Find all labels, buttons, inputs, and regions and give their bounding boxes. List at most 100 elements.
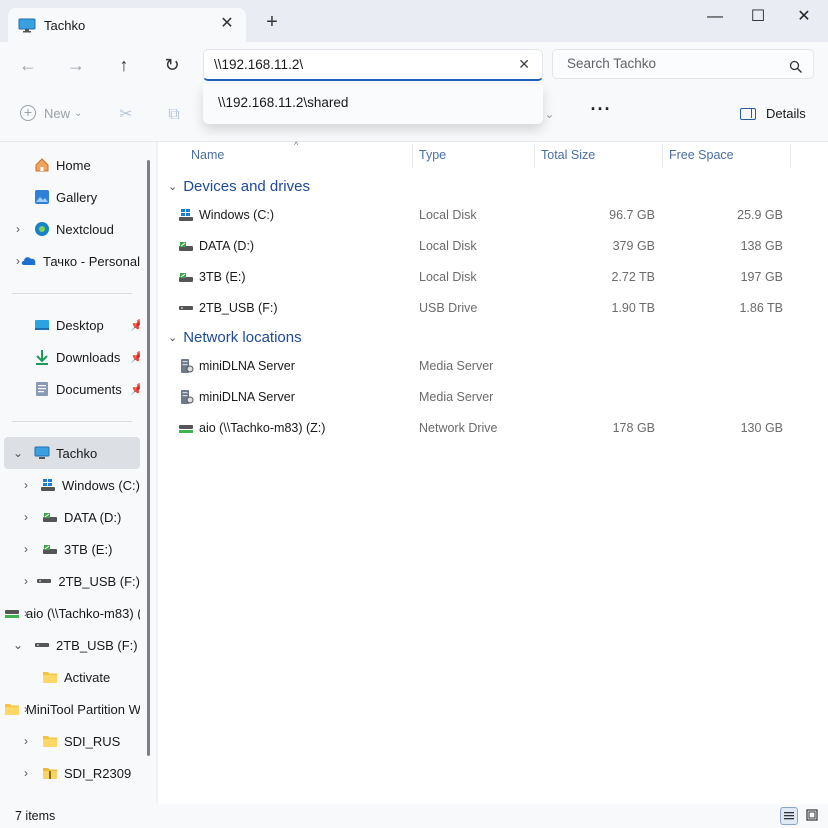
chevron-right-icon[interactable]: › — [20, 703, 32, 715]
title-bar: Tachko ✕ + — ☐ ✕ — [0, 0, 828, 42]
windows-drive-icon — [178, 207, 194, 223]
tab-title: Tachko — [44, 17, 86, 33]
chevron-right-icon[interactable]: › — [12, 255, 24, 267]
sidebar-item-aio-z[interactable]: › aio (\\Tachko-m83) (Z:) — [4, 597, 140, 629]
sidebar-item-2tb-usb-f[interactable]: › 2TB_USB (F:) — [4, 565, 140, 597]
chevron-right-icon[interactable]: › — [20, 735, 32, 747]
sidebar-item-label: Desktop — [56, 317, 104, 333]
chevron-right-icon[interactable]: › — [20, 511, 32, 523]
tab-tachko[interactable]: Tachko ✕ — [8, 8, 246, 42]
tiles-view-button[interactable] — [804, 807, 822, 825]
file-list: ^ Name Type Total Size Free Space ⌄ Devi… — [158, 140, 828, 804]
sidebar-item-gallery[interactable]: Gallery — [4, 181, 140, 213]
row-type: USB Drive — [419, 301, 478, 315]
navigation-pane: Home Gallery › Nextcloud › Тачко - Perso… — [0, 142, 156, 804]
desktop-icon — [34, 317, 50, 333]
chevron-right-icon[interactable]: › — [20, 767, 32, 779]
sidebar-item-downloads[interactable]: Downloads 📌 — [4, 341, 140, 373]
clear-address-icon[interactable]: ✕ — [518, 50, 530, 79]
column-header-type[interactable]: Type — [419, 148, 446, 168]
more-options-button[interactable]: ··· — [588, 100, 614, 124]
column-divider[interactable] — [662, 144, 663, 168]
column-header-name[interactable]: Name — [191, 148, 224, 168]
minimize-button[interactable]: — — [698, 4, 732, 30]
media-server-icon — [178, 389, 194, 405]
column-divider[interactable] — [534, 144, 535, 168]
column-header-free-space[interactable]: Free Space — [669, 148, 734, 168]
pin-icon[interactable]: 📌 — [130, 319, 140, 332]
sidebar-scrollbar[interactable] — [147, 160, 150, 756]
address-bar[interactable]: \\192.168.11.2\ ✕ — [203, 49, 543, 81]
sidebar-item-activate[interactable]: Activate — [4, 661, 140, 693]
search-input[interactable]: Search Tachko — [567, 56, 656, 71]
column-divider[interactable] — [790, 144, 791, 168]
sidebar-item-sdi-rus[interactable]: › SDI_RUS — [4, 725, 140, 757]
sidebar-item-documents[interactable]: Documents 📌 — [4, 373, 140, 405]
sidebar-item-data-d[interactable]: › DATA (D:) — [4, 501, 140, 533]
sidebar-item-label: SDI_RUS — [64, 733, 121, 749]
refresh-button[interactable]: ↻ — [159, 52, 185, 78]
sidebar-item-onedrive[interactable]: › Тачко - Personal — [4, 245, 140, 277]
close-window-button[interactable]: ✕ — [787, 4, 821, 30]
row-total-size: 1.90 TB — [611, 301, 655, 315]
new-button[interactable]: + New ⌄ — [20, 105, 82, 121]
close-tab-icon[interactable]: ✕ — [218, 15, 236, 33]
group-header-devices[interactable]: ⌄ Devices and drives — [168, 178, 310, 195]
column-divider[interactable] — [412, 144, 413, 168]
details-view-button[interactable] — [780, 807, 798, 825]
sidebar-item-label: Documents — [56, 381, 122, 397]
sidebar-item-desktop[interactable]: Desktop 📌 — [4, 309, 140, 341]
address-input[interactable]: \\192.168.11.2\ — [214, 57, 303, 72]
folder-icon — [42, 669, 58, 685]
sidebar-item-tachko[interactable]: ⌄ Tachko — [4, 437, 140, 469]
sidebar-item-2tb-usb-f-root[interactable]: ⌄ 2TB_USB (F:) — [4, 629, 140, 661]
pin-icon[interactable]: 📌 — [130, 383, 140, 396]
table-row[interactable]: miniDLNA Server Media Server — [158, 382, 798, 412]
cut-icon[interactable]: ✂ — [116, 105, 136, 125]
column-header-total-size[interactable]: Total Size — [541, 148, 595, 168]
up-button[interactable]: ↑ — [111, 52, 137, 78]
table-row[interactable]: 2TB_USB (F:) USB Drive 1.90 TB 1.86 TB — [158, 293, 798, 323]
sidebar-item-home[interactable]: Home — [4, 149, 140, 181]
chevron-right-icon[interactable]: › — [12, 223, 24, 235]
table-row[interactable]: 3TB (E:) Local Disk 2.72 TB 197 GB — [158, 262, 798, 292]
row-name: miniDLNA Server — [199, 359, 295, 373]
details-button[interactable]: Details — [740, 106, 806, 121]
chevron-right-icon[interactable]: › — [20, 607, 32, 619]
new-tab-button[interactable]: + — [262, 12, 282, 32]
row-total-size: 2.72 TB — [611, 270, 655, 284]
chevron-down-icon[interactable]: ⌄ — [12, 447, 24, 459]
forward-button[interactable]: → — [63, 52, 89, 78]
maximize-button[interactable]: ☐ — [741, 4, 775, 30]
table-row[interactable]: aio (\\Tachko-m83) (Z:) Network Drive 17… — [158, 413, 798, 443]
table-row[interactable]: Windows (C:) Local Disk 96.7 GB 25.9 GB — [158, 200, 798, 230]
sidebar-item-sdi-r2309[interactable]: › SDI_R2309 — [4, 757, 140, 789]
sidebar-item-nextcloud[interactable]: › Nextcloud — [4, 213, 140, 245]
sidebar-item-3tb-e[interactable]: › 3TB (E:) — [4, 533, 140, 565]
home-icon — [34, 157, 50, 173]
row-name: Windows (C:) — [199, 208, 275, 222]
table-row[interactable]: DATA (D:) Local Disk 379 GB 138 GB — [158, 231, 798, 261]
group-header-network[interactable]: ⌄ Network locations — [168, 329, 302, 346]
back-button[interactable]: ← — [15, 52, 41, 78]
row-name: DATA (D:) — [199, 239, 255, 253]
table-row[interactable]: miniDLNA Server Media Server — [158, 351, 798, 381]
search-icon[interactable] — [789, 56, 803, 73]
sidebar-item-label: Tachko — [56, 445, 98, 461]
address-suggestion[interactable]: \\192.168.11.2\shared — [203, 84, 543, 124]
sidebar-item-windows-c[interactable]: › Windows (C:) — [4, 469, 140, 501]
chevron-down-icon[interactable]: ⌄ — [12, 639, 24, 651]
chevron-right-icon[interactable]: › — [20, 479, 32, 491]
copy-icon[interactable]: ⧉ — [164, 105, 184, 125]
folder-icon — [42, 733, 58, 749]
zip-folder-icon — [42, 765, 58, 781]
sidebar-item-minitool[interactable]: › MiniTool Partition Wizard — [4, 693, 140, 725]
sidebar-item-label: 3TB (E:) — [64, 541, 113, 557]
pin-icon[interactable]: 📌 — [130, 351, 140, 364]
chevron-right-icon[interactable]: › — [20, 543, 32, 555]
nextcloud-icon — [34, 221, 50, 237]
sidebar-item-label: Nextcloud — [56, 221, 114, 237]
sidebar-item-label: MiniTool Partition Wizard — [26, 701, 140, 717]
search-box[interactable]: Search Tachko — [552, 49, 814, 79]
chevron-right-icon[interactable]: › — [20, 575, 32, 587]
